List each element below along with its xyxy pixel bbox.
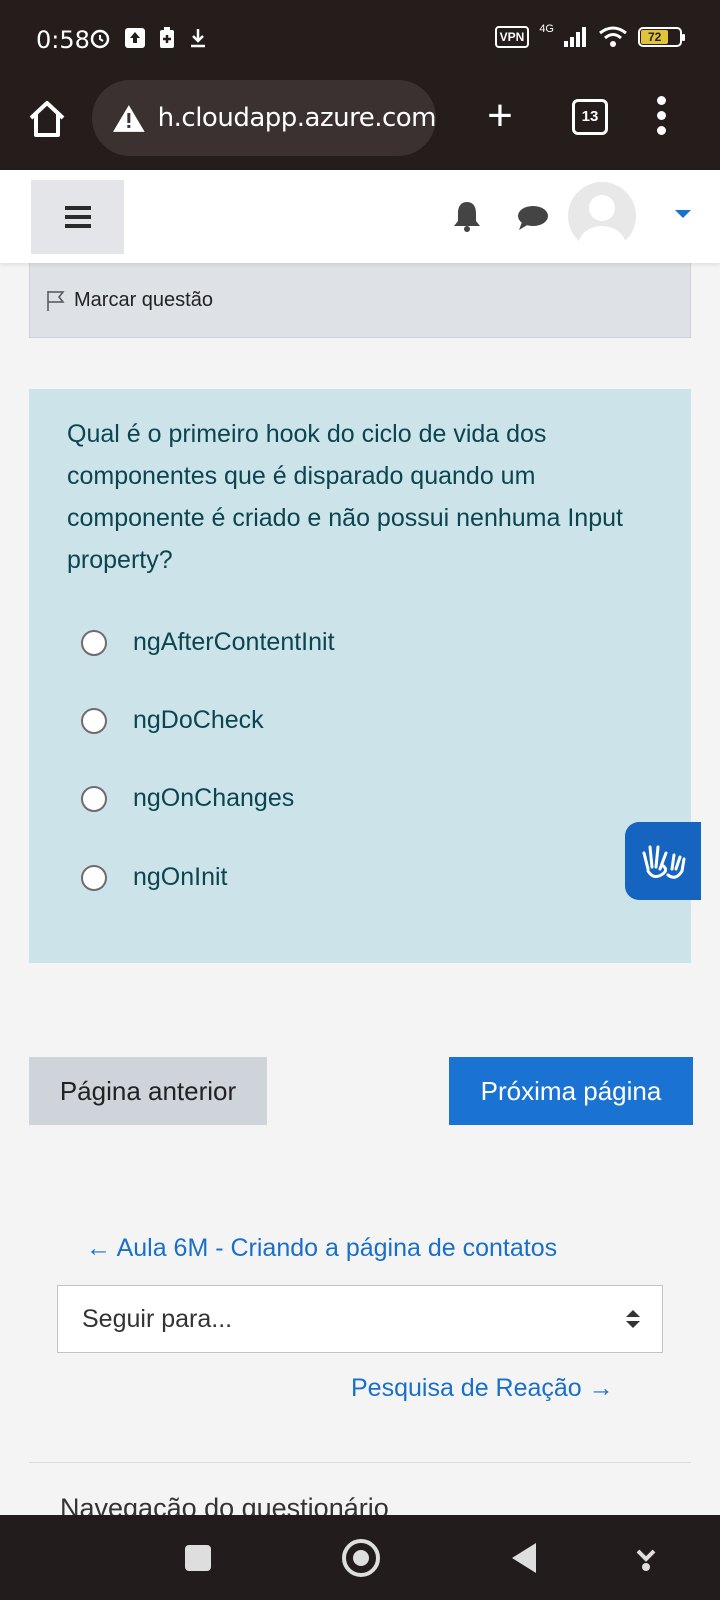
jump-to-select[interactable]: Seguir para... [57,1285,663,1353]
chat-icon[interactable] [516,204,550,232]
status-bar: 0:58 VPN 4G 72 [0,0,720,80]
radio-button[interactable] [81,629,107,656]
plus-icon[interactable]: + [476,94,524,142]
system-icons: VPN 4G 72 [494,23,685,48]
avatar[interactable] [568,182,636,250]
signal-icon [564,27,586,47]
radio-button[interactable] [81,864,107,891]
next-page-button[interactable]: Próxima página [449,1057,693,1125]
answer-option[interactable]: ngDoCheck [81,706,264,735]
answer-label: ngOnInit [133,863,228,891]
flag-question-label: Marcar questão [74,289,213,311]
browser-toolbar: h.cloudapp.azure.com + 13 [0,80,720,170]
divider [29,1462,691,1463]
site-navbar [0,170,720,263]
flag-question-link[interactable]: Marcar questão [46,289,213,312]
system-navigation-bar [0,1515,720,1600]
previous-page-button[interactable]: Página anterior [29,1057,267,1125]
jump-to-select-value: Seguir para... [82,1304,233,1333]
hide-keyboard-icon[interactable] [634,1545,658,1573]
battery-icon: 72 [638,27,685,47]
answer-option[interactable]: ngOnInit [81,863,228,892]
alarm-icon [90,29,110,49]
radio-button[interactable] [81,785,107,812]
next-activity-link[interactable]: Pesquisa de Reação → [351,1374,614,1403]
warning-icon[interactable] [112,103,146,133]
question-text: Qual é o primeiro hook do ciclo de vida … [67,420,623,574]
network-type: 4G [539,23,554,35]
menu-dots-icon[interactable] [654,96,668,140]
home-icon[interactable] [26,98,68,140]
status-time: 0:58 [36,26,90,54]
battery-level: 72 [641,30,669,44]
address-bar[interactable]: h.cloudapp.azure.com [92,80,437,156]
answer-option[interactable]: ngOnChanges [81,784,294,813]
upload-icon [125,28,145,48]
user-menu-caret-icon[interactable] [675,210,691,218]
tabs-icon[interactable]: 13 [572,99,608,135]
vpn-badge: VPN [494,26,530,48]
answer-option[interactable]: ngAfterContentInit [81,628,335,657]
battery-saver-icon [160,27,174,48]
download-icon [191,29,205,48]
sign-language-icon[interactable] [625,822,701,900]
bell-icon[interactable] [452,200,482,232]
answer-label: ngAfterContentInit [133,628,335,656]
recents-icon[interactable] [185,1545,211,1571]
answer-label: ngDoCheck [133,706,264,734]
wifi-icon [599,26,627,47]
notification-icons [88,26,208,50]
answer-label: ngOnChanges [133,784,295,812]
hamburger-icon[interactable] [31,180,124,254]
home-button-icon[interactable] [342,1539,380,1577]
radio-button[interactable] [81,707,107,734]
avatar-placeholder-icon [578,195,626,250]
url-text: h.cloudapp.azure.com [157,103,437,133]
flag-icon [47,290,65,311]
select-arrows-icon [626,1310,640,1328]
back-icon[interactable] [512,1543,536,1573]
previous-activity-link[interactable]: ← Aula 6M - Criando a página de contatos [86,1234,557,1263]
hands-icon [642,845,686,879]
question-content: Qual é o primeiro hook do ciclo de vida … [29,389,691,963]
